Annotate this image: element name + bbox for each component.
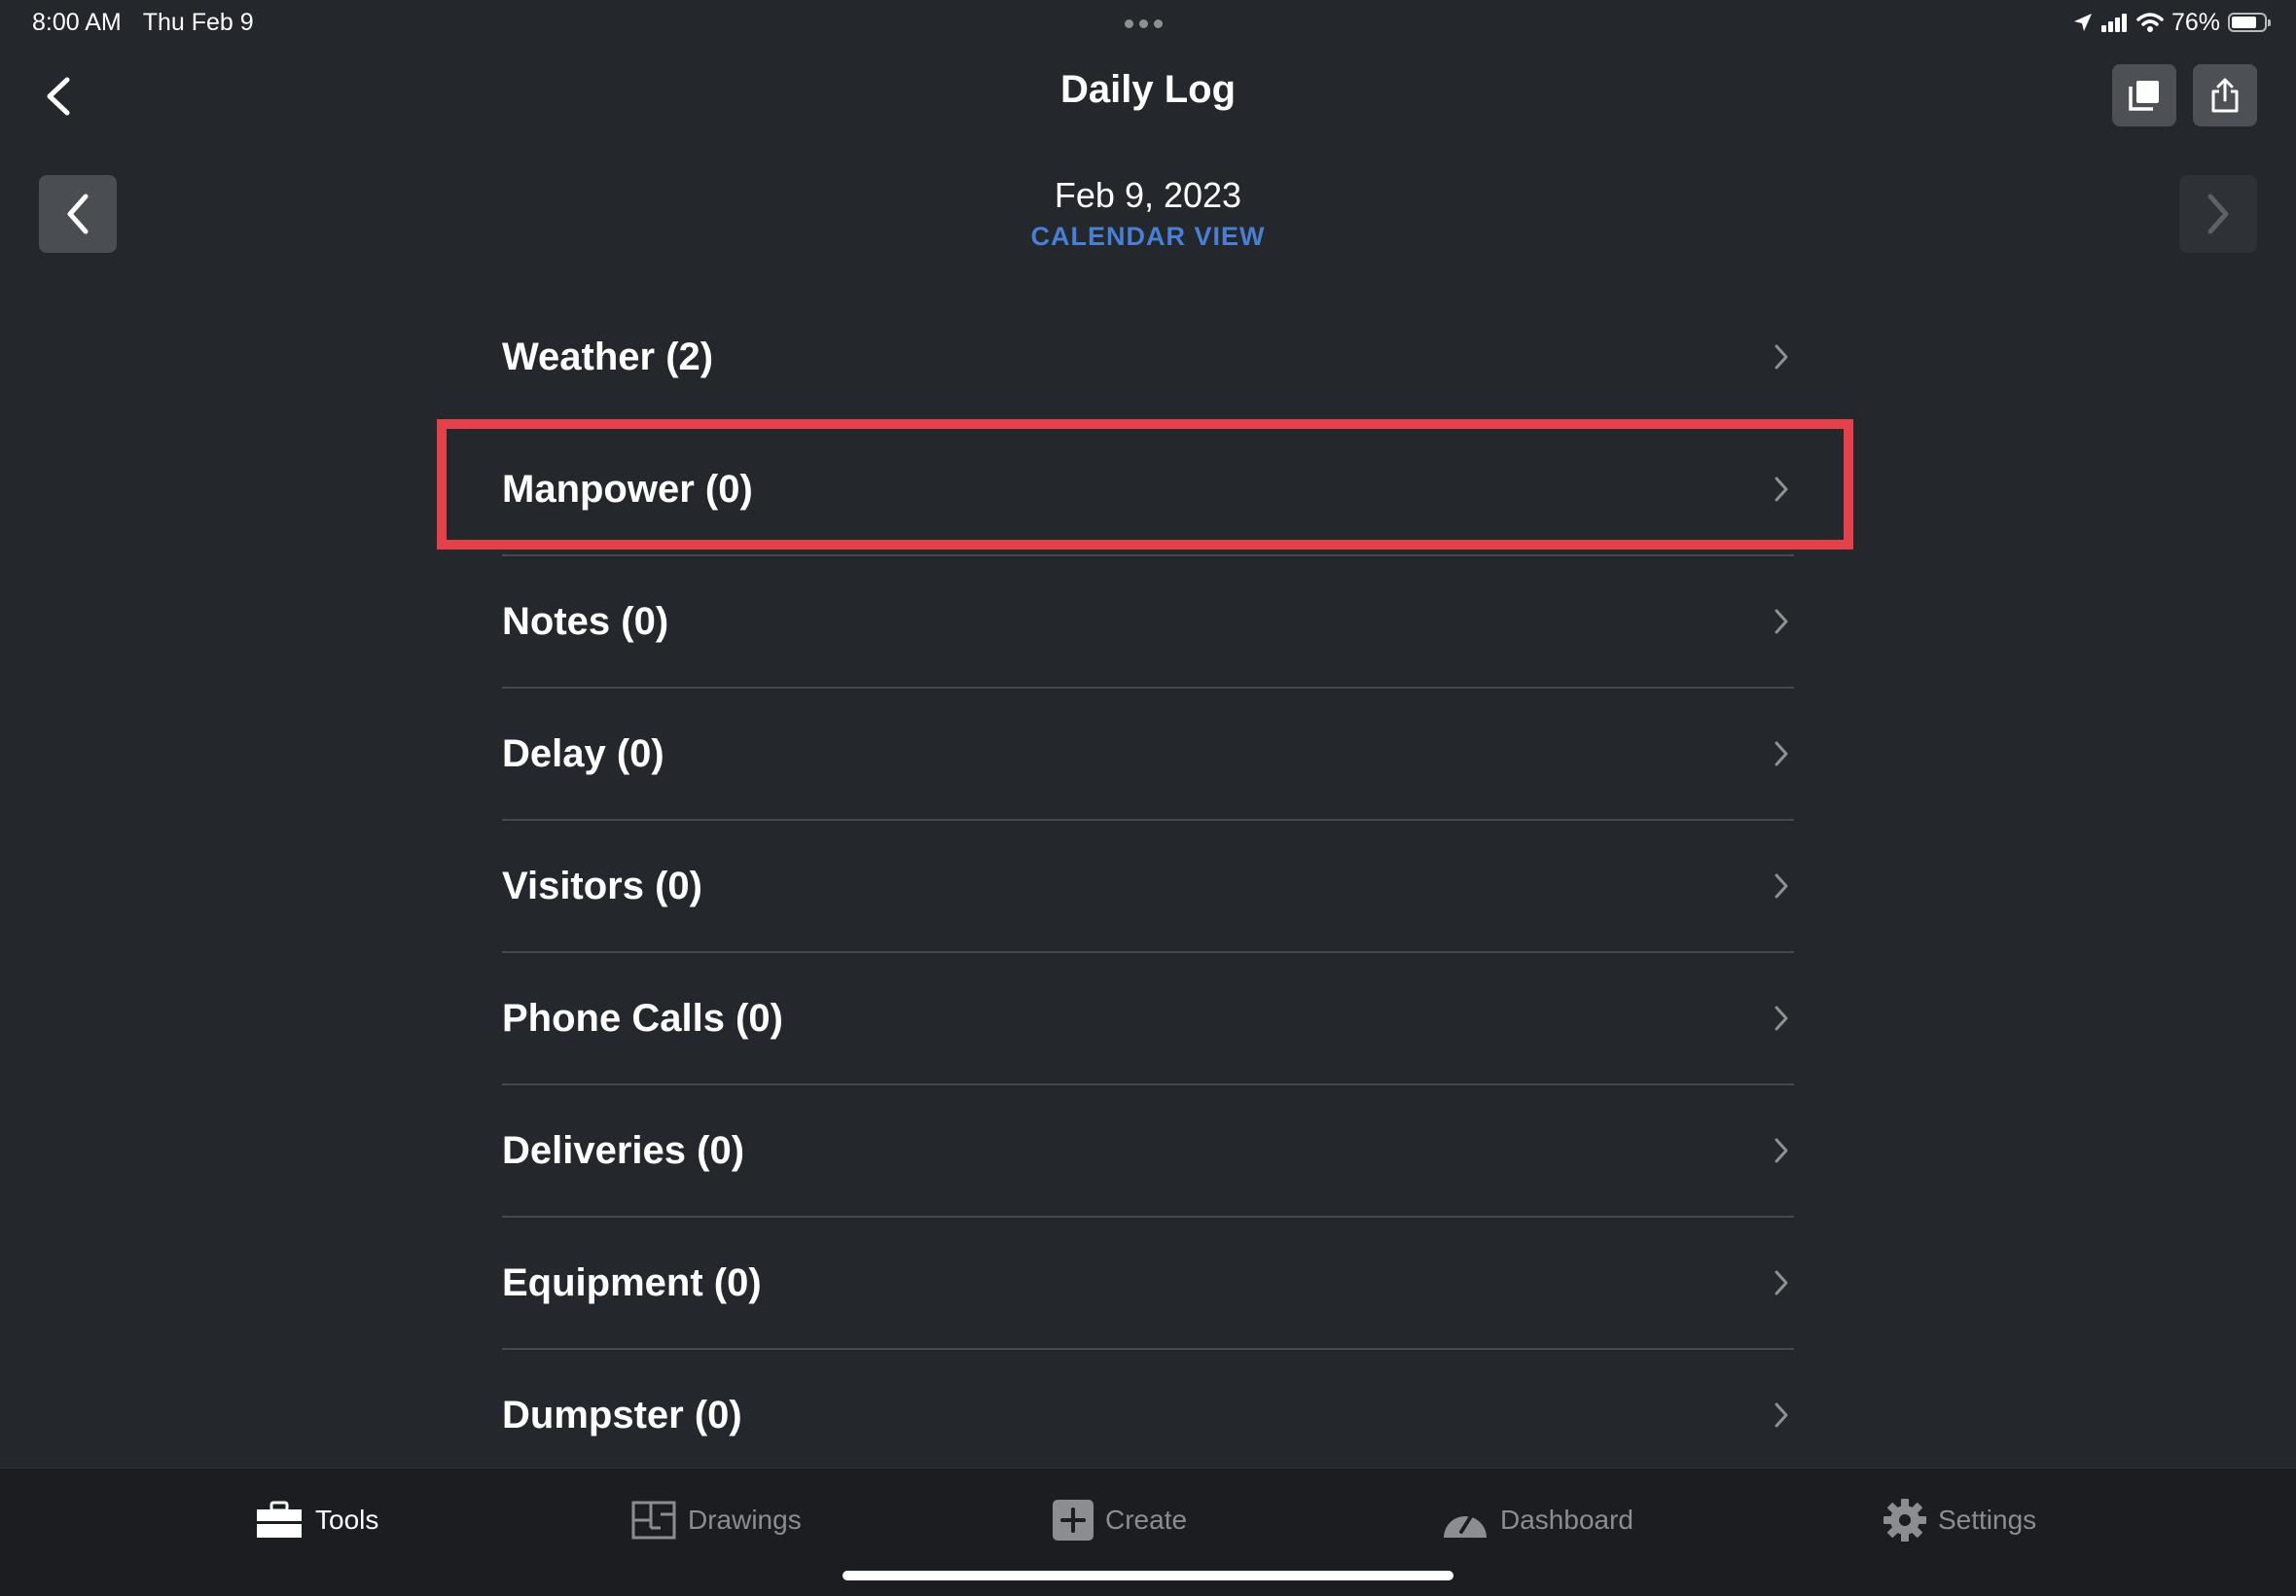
chevron-right-icon [1773,1136,1790,1165]
share-icon [2211,78,2239,113]
tab-dashboard[interactable]: Dashboard [1442,1496,1633,1544]
log-section-delay[interactable]: Delay (0) [502,689,1794,821]
log-section-label: Notes (0) [502,599,669,643]
log-section-phone-calls[interactable]: Phone Calls (0) [502,953,1794,1085]
chevron-right-icon [1773,475,1790,504]
tab-settings[interactable]: Settings [1883,1496,2036,1544]
chevron-right-icon [1773,871,1790,901]
copy-icon [2129,81,2159,111]
gauge-icon [1444,1514,1487,1538]
tab-label: Drawings [688,1505,802,1535]
daily-log-sections-list: Weather (2) Manpower (0) Notes (0) Delay… [502,292,1794,1480]
log-section-label: Delay (0) [502,731,664,775]
tab-label: Settings [1938,1505,2037,1535]
tab-label: Tools [315,1505,379,1535]
next-day-button[interactable] [2179,175,2257,253]
log-section-label: Dumpster (0) [502,1393,742,1436]
log-section-manpower[interactable]: Manpower (0) [502,424,1794,556]
chevron-right-icon [1773,607,1790,636]
log-section-label: Visitors (0) [502,864,702,907]
gear-icon [1883,1499,1926,1542]
chevron-right-icon [2207,194,2229,234]
tab-create[interactable]: Create [1053,1496,1187,1544]
log-section-label: Phone Calls (0) [502,996,783,1040]
chevron-right-icon [1773,739,1790,768]
chevron-right-icon [1773,1004,1790,1033]
log-section-notes[interactable]: Notes (0) [502,556,1794,689]
battery-percent: 76% [2170,9,2220,36]
chevron-right-icon [1773,1401,1790,1430]
calendar-view-link-row: CALENDAR VIEW [0,222,2296,252]
log-section-dumpster[interactable]: Dumpster (0) [502,1350,1794,1480]
tab-drawings[interactable]: Drawings [631,1496,802,1544]
log-section-label: Manpower (0) [502,467,753,511]
status-date: Thu Feb 9 [142,9,254,36]
chevron-right-icon [1773,342,1790,372]
status-time: 8:00 AM [32,9,122,36]
tab-label: Create [1105,1505,1188,1535]
page-title: Daily Log [1059,68,1237,111]
log-section-label: Deliveries (0) [502,1128,745,1172]
multitasking-dots-icon[interactable] [1125,19,1163,28]
wifi-icon [2136,13,2164,32]
status-bar-right: 76% [2072,8,2271,37]
log-section-visitors[interactable]: Visitors (0) [502,821,1794,953]
log-section-label: Equipment (0) [502,1260,762,1304]
toolbox-icon [257,1501,302,1538]
cellular-signal-icon [2100,14,2127,32]
current-date: Feb 9, 2023 [1054,175,1242,215]
tab-label: Dashboard [1500,1505,1633,1535]
log-section-weather[interactable]: Weather (2) [502,292,1794,424]
location-arrow-icon [2073,14,2092,31]
log-section-label: Weather (2) [502,335,714,378]
log-section-deliveries[interactable]: Deliveries (0) [502,1085,1794,1218]
copy-button[interactable] [2112,64,2176,126]
tab-tools[interactable]: Tools [255,1496,378,1544]
home-indicator[interactable] [843,1571,1453,1580]
status-bar-left: 8:00 AM Thu Feb 9 [32,8,254,37]
floorplan-icon [631,1501,676,1540]
battery-icon [2228,13,2271,32]
plus-square-icon [1053,1500,1094,1541]
chevron-right-icon [1773,1268,1790,1297]
calendar-view-link[interactable]: CALENDAR VIEW [1031,222,1266,251]
share-button[interactable] [2193,64,2257,126]
log-section-equipment[interactable]: Equipment (0) [502,1218,1794,1350]
